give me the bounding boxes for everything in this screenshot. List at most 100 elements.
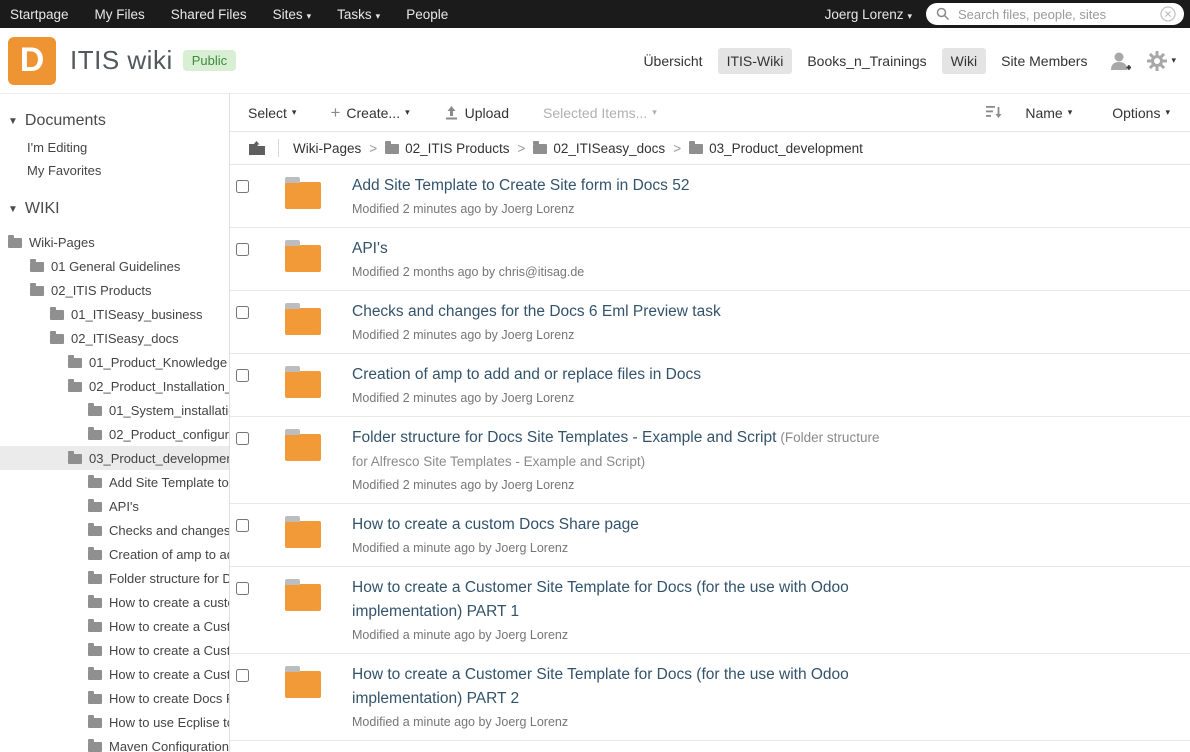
breadcrumb-folder-current[interactable]: 03_Product_development (689, 141, 863, 156)
tree-item[interactable]: API's (0, 494, 229, 518)
folder-title-link[interactable]: Add Site Template to Create Site form in… (352, 177, 689, 194)
tree-item-selected[interactable]: 03_Product_development (0, 446, 229, 470)
folder-icon[interactable] (285, 516, 321, 548)
breadcrumb-root[interactable]: Wiki-Pages (293, 141, 361, 156)
file-row: API's Modified 2 months ago by chris@iti… (230, 228, 1190, 291)
breadcrumb-folder[interactable]: 02_ITIS Products (385, 141, 509, 156)
clear-search-icon[interactable] (1160, 6, 1176, 22)
row-checkbox[interactable] (236, 582, 249, 595)
tree-item[interactable]: 02_ITIS Products (0, 278, 229, 302)
tree-item[interactable]: 02_Product_Installation_ (0, 374, 229, 398)
create-menu-button[interactable]: + Create... ▾ (330, 103, 409, 123)
tree-item[interactable]: 01_Product_Knowledge (0, 350, 229, 374)
modified-info: Modified a minute ago by Joerg Lorenz (352, 715, 569, 729)
tree-item[interactable]: Creation of amp to add and or replace fi… (0, 542, 229, 566)
row-checkbox[interactable] (236, 519, 249, 532)
row-checkbox[interactable] (236, 180, 249, 193)
nav-my-files[interactable]: My Files (95, 7, 145, 22)
tree-item[interactable]: 02_Product_configura (0, 422, 229, 446)
wiki-section-header[interactable]: ▼ WIKI (0, 196, 229, 224)
row-checkbox[interactable] (236, 306, 249, 319)
folder-icon (88, 739, 102, 752)
sidebar-item-im-editing[interactable]: I'm Editing (0, 136, 229, 159)
folder-title-link[interactable]: How to create a Customer Site Template f… (352, 579, 849, 620)
folder-icon[interactable] (285, 666, 321, 698)
tree-item[interactable]: How to create a Customer Site Template f… (0, 662, 229, 686)
add-user-button[interactable] (1108, 50, 1132, 72)
folder-icon (88, 643, 102, 656)
search-input[interactable] (958, 6, 1160, 22)
folder-icon[interactable] (285, 303, 321, 335)
folder-title-link[interactable]: Folder structure for Docs Site Templates… (352, 429, 776, 446)
sort-field-menu-button[interactable]: Name ▾ (1025, 105, 1072, 121)
global-search (926, 3, 1184, 25)
documents-section-header[interactable]: ▼ Documents (0, 108, 229, 136)
nav-people[interactable]: People (406, 7, 448, 22)
folder-icon[interactable] (285, 366, 321, 398)
modified-info: Modified 2 months ago by chris@itisag.de (352, 265, 585, 279)
tree-item[interactable]: Maven Configuration (0, 734, 229, 752)
folder-icon[interactable] (285, 240, 321, 272)
row-checkbox[interactable] (236, 669, 249, 682)
divider (278, 139, 279, 157)
folder-icon (50, 331, 64, 344)
tree-item[interactable]: 01 General Guidelines (0, 254, 229, 278)
options-menu-button[interactable]: Options ▾ (1112, 105, 1170, 121)
folder-title-link[interactable]: Checks and changes for the Docs 6 Eml Pr… (352, 303, 721, 320)
tree-item[interactable]: How to use Ecplise to (0, 710, 229, 734)
folder-up-button[interactable] (248, 140, 266, 156)
tree-item-wiki-pages[interactable]: Wiki-Pages (0, 230, 229, 254)
folder-icon[interactable] (285, 429, 321, 461)
collapse-triangle-icon: ▼ (8, 115, 18, 127)
select-menu-button[interactable]: Select ▾ (248, 105, 296, 121)
folder-icon (8, 235, 22, 248)
upload-button[interactable]: Upload (444, 105, 509, 121)
tree-item[interactable]: 01_ITISeasy_business (0, 302, 229, 326)
folder-icon[interactable] (285, 177, 321, 209)
site-settings-button[interactable]: ▾ (1146, 50, 1176, 72)
breadcrumb-separator: > (369, 140, 378, 156)
modified-info: Modified a minute ago by Joerg Lorenz (352, 628, 569, 642)
folder-title-link[interactable]: How to create a custom Docs Share page (352, 516, 639, 533)
folder-icon (50, 307, 64, 320)
breadcrumb: Wiki-Pages > 02_ITIS Products > 02_ITISe… (230, 132, 1190, 165)
tab-uebersicht[interactable]: Übersicht (634, 48, 711, 74)
tree-item[interactable]: 02_ITISeasy_docs (0, 326, 229, 350)
site-logo[interactable]: D (8, 36, 56, 85)
tab-itis-wiki[interactable]: ITIS-Wiki (717, 47, 793, 74)
tree-item[interactable]: Add Site Template to Create Site form in… (0, 470, 229, 494)
tree-item[interactable]: 01_System_installatio (0, 398, 229, 422)
folder-title-link[interactable]: API's (352, 240, 388, 257)
tab-site-members[interactable]: Site Members (992, 48, 1096, 74)
tree-item[interactable]: How to create a Customer Site Template f… (0, 614, 229, 638)
tree-item[interactable]: How to create Docs F (0, 686, 229, 710)
nav-shared-files[interactable]: Shared Files (171, 7, 247, 22)
breadcrumb-separator: > (517, 140, 526, 156)
file-row: How to create a Customer Site Template f… (230, 567, 1190, 654)
row-checkbox[interactable] (236, 369, 249, 382)
sort-direction-button[interactable] (986, 105, 1003, 120)
tree-item[interactable]: How to create a Customer Site Template f… (0, 638, 229, 662)
caret-down-icon: ▾ (1171, 55, 1176, 65)
tree-item[interactable]: Checks and changes for the Docs 6 Eml Pr… (0, 518, 229, 542)
folder-icon[interactable] (285, 579, 321, 611)
user-menu[interactable]: Joerg Lorenz ▾ (825, 7, 912, 22)
tab-wiki[interactable]: Wiki (941, 47, 987, 74)
folder-title-link[interactable]: How to create a Customer Site Template f… (352, 666, 849, 707)
add-user-icon (1111, 52, 1132, 70)
sidebar-item-my-favorites[interactable]: My Favorites (0, 159, 229, 182)
row-checkbox[interactable] (236, 243, 249, 256)
nav-sites-menu[interactable]: Sites ▾ (273, 7, 312, 22)
folder-title-link[interactable]: Creation of amp to add and or replace fi… (352, 366, 701, 383)
folder-icon (88, 667, 102, 680)
caret-down-icon: ▾ (1165, 107, 1170, 117)
tree-item[interactable]: How to create a custom Docs Share page (0, 590, 229, 614)
selected-items-menu-button[interactable]: Selected Items... ▾ (543, 105, 657, 121)
folder-icon (88, 403, 102, 416)
tab-books-n-trainings[interactable]: Books_n_Trainings (798, 48, 935, 74)
breadcrumb-folder[interactable]: 02_ITISeasy_docs (533, 141, 665, 156)
nav-startpage[interactable]: Startpage (10, 7, 69, 22)
nav-tasks-menu[interactable]: Tasks ▾ (337, 7, 380, 22)
tree-item[interactable]: Folder structure for Docs Site Templates… (0, 566, 229, 590)
row-checkbox[interactable] (236, 432, 249, 445)
